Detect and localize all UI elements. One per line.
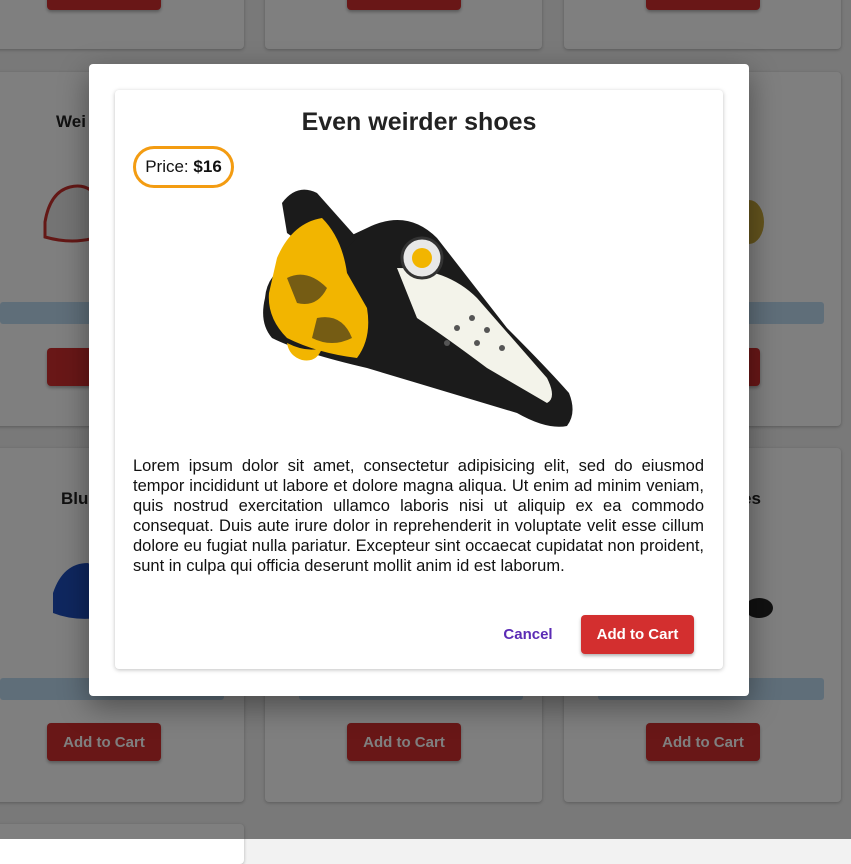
product-detail-card: Even weirder shoes Price: $16 Lorem ipsu…	[115, 90, 723, 669]
product-description: Lorem ipsum dolor sit amet, consectetur …	[133, 457, 704, 575]
dialog-title: Even weirder shoes	[301, 108, 537, 136]
climbing-shoe-image	[263, 189, 573, 427]
price-badge: Price: $16	[133, 146, 234, 188]
price-value: $16	[193, 157, 222, 176]
product-dialog: Even weirder shoes Price: $16 Lorem ipsu…	[89, 64, 749, 696]
cancel-button[interactable]: Cancel	[491, 616, 565, 652]
add-to-cart-button[interactable]: Add to Cart	[581, 615, 694, 654]
price-label: Price:	[145, 157, 189, 176]
